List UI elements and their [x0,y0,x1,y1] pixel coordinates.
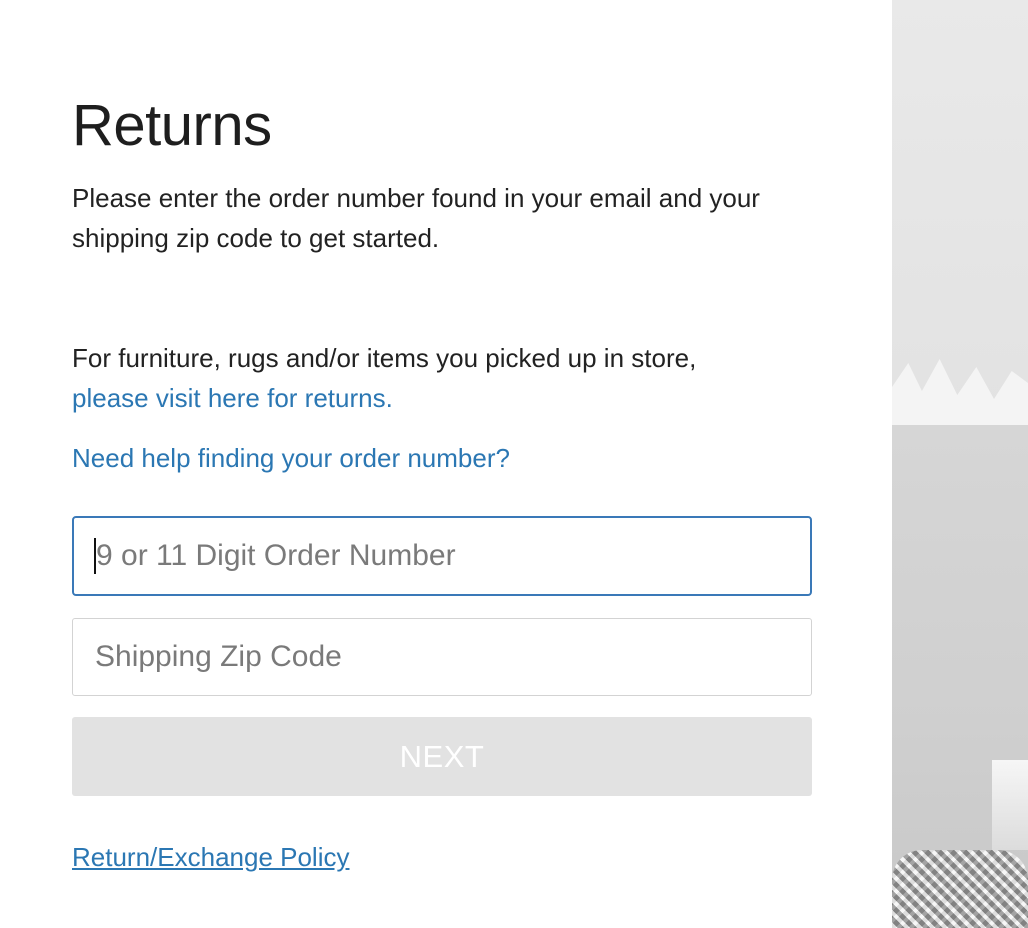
intro-text: Please enter the order number found in y… [72,183,760,253]
order-number-help-link[interactable]: Need help finding your order number? [72,438,510,478]
order-number-input[interactable] [72,516,812,596]
next-button[interactable]: NEXT [72,717,812,796]
gift-box [992,760,1028,850]
return-exchange-policy-link[interactable]: Return/Exchange Policy [72,838,349,876]
page-title: Returns [72,93,272,158]
store-returns-text: For furniture, rugs and/or items you pic… [72,343,697,373]
crystal-glassware [892,850,1028,928]
hero-image [892,0,1028,928]
zip-code-input[interactable] [72,618,812,696]
store-returns-link[interactable]: please visit here for returns. [72,383,393,413]
text-cursor [94,538,96,574]
tissue-paper [892,359,1028,435]
returns-page: Returns Please enter the order number fo… [0,0,1028,928]
store-returns-note: For furniture, rugs and/or items you pic… [72,338,792,418]
